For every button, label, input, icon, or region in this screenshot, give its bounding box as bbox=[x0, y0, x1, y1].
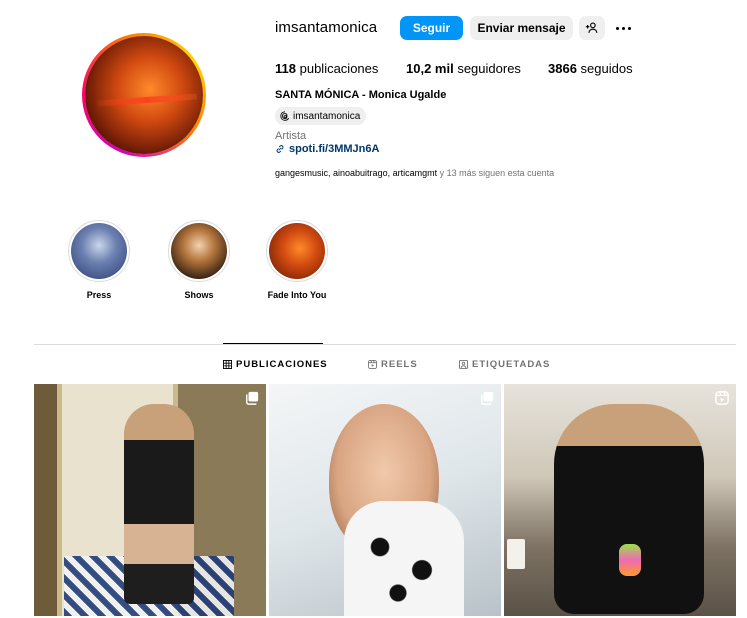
followed-by-text[interactable]: gangesmusic, ainoabuitrago, articamgmt y… bbox=[275, 168, 554, 178]
send-message-button[interactable]: Enviar mensaje bbox=[470, 16, 573, 40]
add-person-icon bbox=[585, 22, 598, 33]
following-count-value: 3866 bbox=[548, 61, 577, 76]
highlight-press[interactable]: Press bbox=[68, 220, 130, 300]
tab-posts-label: PUBLICACIONES bbox=[236, 359, 328, 370]
followed-by-names: gangesmusic, ainoabuitrago, articamgmt bbox=[275, 168, 438, 178]
follow-button[interactable]: Seguir bbox=[400, 16, 463, 40]
tagged-icon bbox=[459, 360, 468, 369]
post-image-detail bbox=[344, 501, 464, 616]
profile-link-text: spoti.fi/3MMJn6A bbox=[289, 143, 380, 155]
grid-icon bbox=[223, 360, 232, 369]
multiple-photos-icon bbox=[481, 391, 494, 405]
posts-count-value: 118 bbox=[275, 61, 296, 76]
profile-link[interactable]: spoti.fi/3MMJn6A bbox=[275, 143, 379, 155]
multiple-photos-icon bbox=[246, 391, 259, 405]
highlight-ring bbox=[168, 220, 230, 282]
followers-count-label: seguidores bbox=[457, 61, 521, 76]
suggested-users-button[interactable] bbox=[579, 16, 605, 40]
threads-handle: imsantamonica bbox=[293, 110, 361, 122]
post-image-detail bbox=[554, 404, 704, 614]
tab-reels[interactable]: REELS bbox=[368, 359, 418, 370]
tab-reels-label: REELS bbox=[381, 359, 418, 370]
tab-posts[interactable]: PUBLICACIONES bbox=[223, 359, 328, 370]
followers-count[interactable]: 10,2 mil seguidores bbox=[406, 61, 521, 76]
reel-icon bbox=[715, 391, 729, 405]
profile-category: Artista bbox=[275, 130, 307, 142]
highlight-shows[interactable]: Shows bbox=[168, 220, 230, 300]
following-count-label: seguidos bbox=[580, 61, 633, 76]
profile-avatar[interactable] bbox=[82, 33, 206, 157]
posts-count-label: publicaciones bbox=[299, 61, 379, 76]
post-image-detail bbox=[619, 544, 641, 576]
post-image-detail bbox=[124, 404, 194, 604]
highlight-fade-into-you[interactable]: Fade Into You bbox=[266, 220, 328, 300]
threads-icon bbox=[280, 111, 290, 121]
following-count[interactable]: 3866 seguidos bbox=[548, 61, 633, 76]
followers-count-value: 10,2 mil bbox=[406, 61, 454, 76]
active-tab-indicator bbox=[223, 343, 323, 344]
tab-tagged[interactable]: ETIQUETADAS bbox=[459, 359, 550, 370]
highlight-ring bbox=[266, 220, 328, 282]
threads-badge[interactable]: imsantamonica bbox=[275, 107, 367, 125]
post-image-detail bbox=[507, 539, 525, 569]
highlight-label: Press bbox=[86, 290, 112, 300]
tabs-divider bbox=[34, 344, 736, 345]
highlight-cover bbox=[171, 223, 227, 279]
post-thumbnail[interactable] bbox=[269, 384, 501, 616]
highlight-cover bbox=[71, 223, 127, 279]
post-thumbnail[interactable] bbox=[504, 384, 736, 616]
avatar-image bbox=[85, 36, 203, 154]
more-options-icon[interactable] bbox=[612, 18, 634, 38]
link-icon bbox=[276, 145, 284, 153]
posts-count: 118 publicaciones bbox=[275, 61, 378, 76]
highlight-cover bbox=[269, 223, 325, 279]
post-thumbnail[interactable] bbox=[34, 384, 266, 616]
highlight-label: Fade Into You bbox=[267, 290, 327, 300]
tab-tagged-label: ETIQUETADAS bbox=[472, 359, 551, 370]
highlight-label: Shows bbox=[184, 290, 214, 300]
profile-full-name: SANTA MÓNICA - Monica Ugalde bbox=[275, 89, 447, 101]
profile-username: imsantamonica bbox=[275, 19, 378, 36]
highlight-ring bbox=[68, 220, 130, 282]
followed-by-suffix: y 13 más siguen esta cuenta bbox=[439, 168, 555, 178]
reels-icon bbox=[368, 360, 377, 369]
